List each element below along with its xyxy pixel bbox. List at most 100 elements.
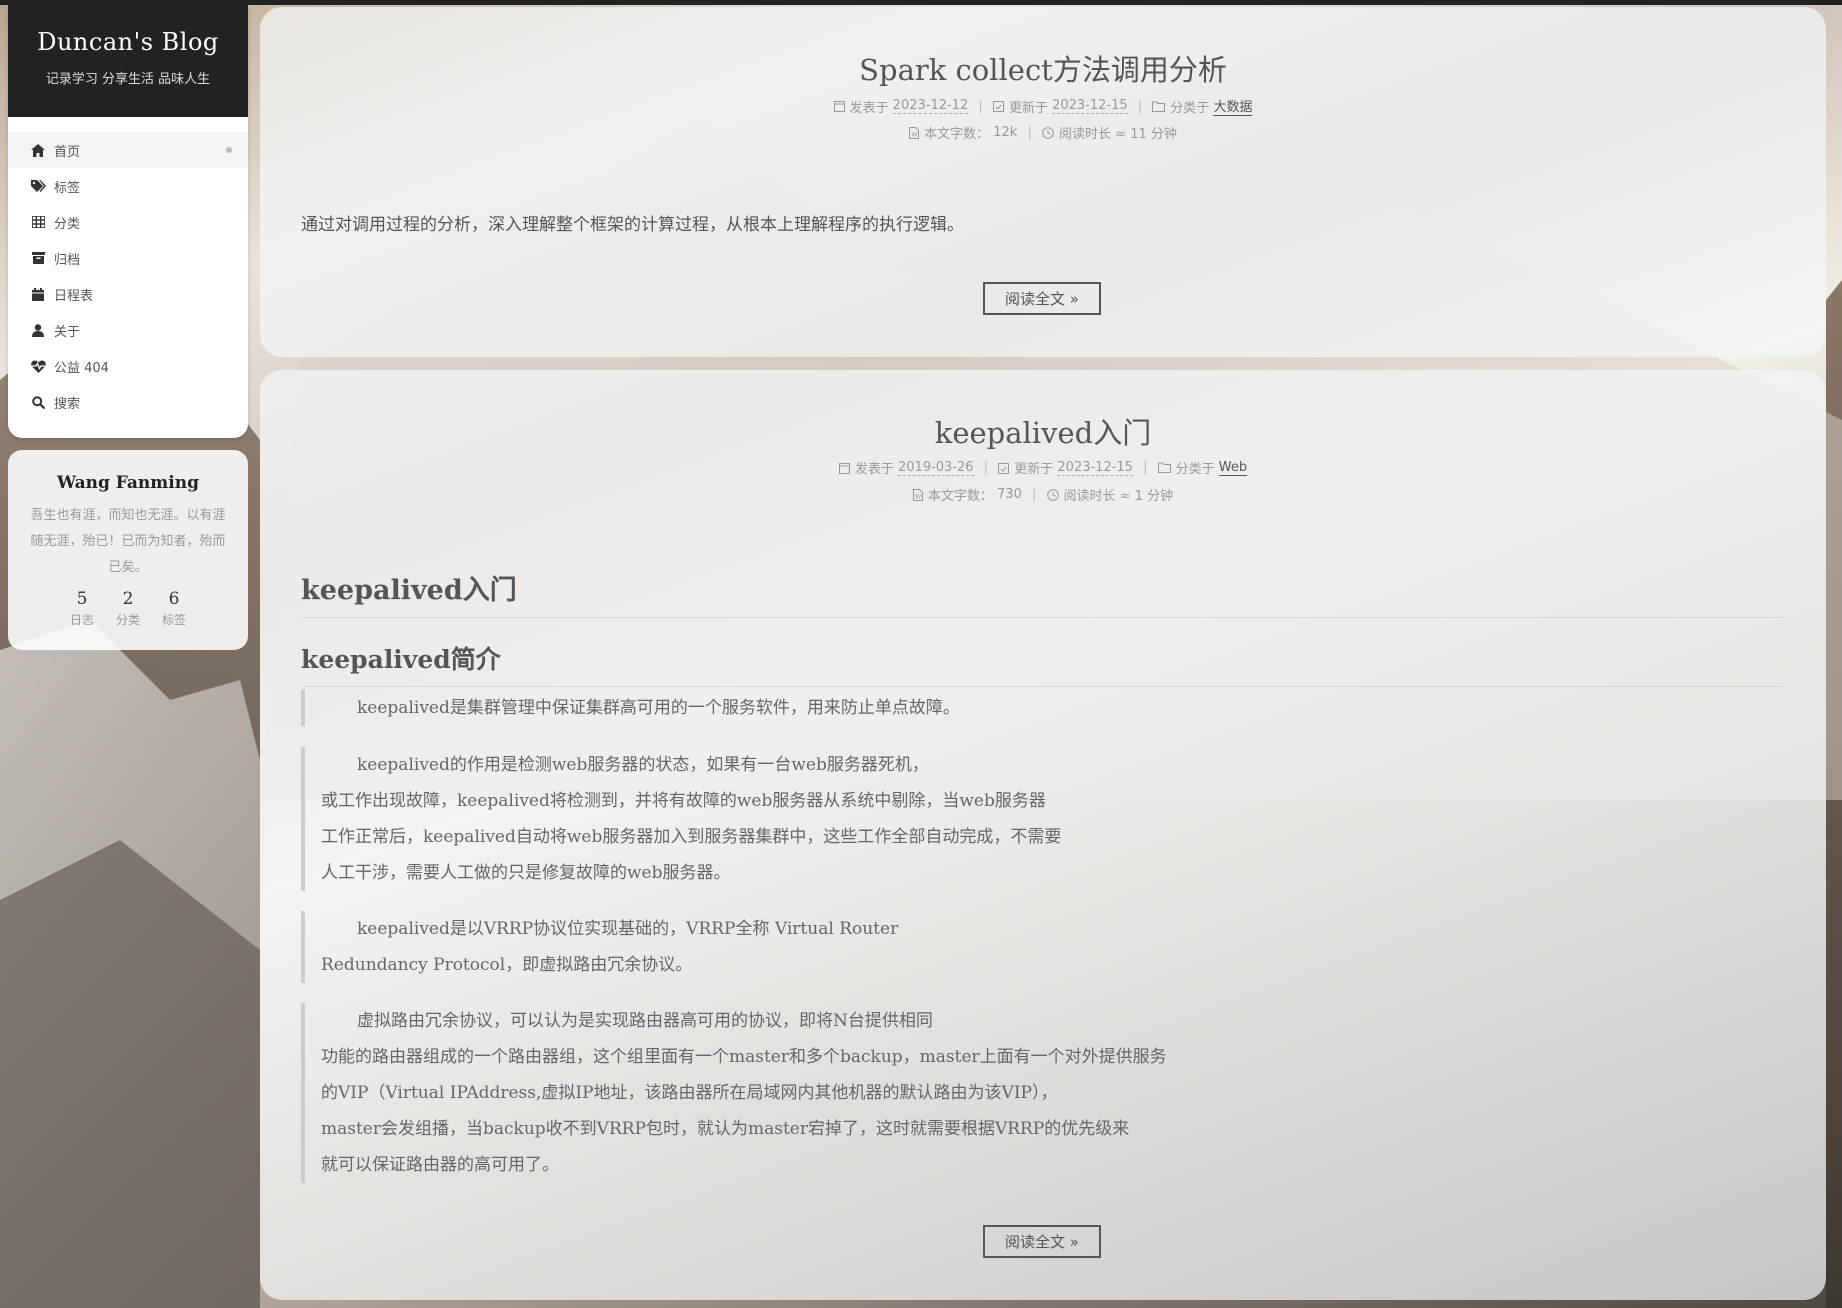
- reading-label: 阅读时长 ≈: [1059, 127, 1127, 142]
- author-description: 吾生也有涯，而知也无涯。以有涯随无涯，殆已！已而为知者，殆而已矣。: [30, 508, 226, 575]
- words-label: 本文字数：: [927, 489, 993, 504]
- th-icon: [30, 214, 46, 230]
- posted-label: 发表于: [854, 462, 894, 477]
- menu-item-archives[interactable]: 归档: [8, 240, 248, 276]
- category-link[interactable]: Web: [1218, 460, 1248, 476]
- site-subtitle: 记录学习 分享生活 品味人生: [45, 72, 211, 87]
- menu-item-label: 归档: [54, 252, 81, 268]
- updated-date: 2023-12-15: [1052, 98, 1128, 114]
- stat-tags[interactable]: 6 标签: [151, 589, 197, 628]
- stat-count: 2: [122, 589, 134, 609]
- post-meta: 发表于 2023-12-12 | 更新于 2023-12-15 | 分类于 大数…: [260, 96, 1826, 116]
- menu-item-label: 搜索: [54, 396, 81, 412]
- site-title[interactable]: Duncan's Blog: [8, 5, 248, 56]
- reading-time: 11 分钟: [1130, 127, 1177, 142]
- heartbeat-icon: [30, 358, 46, 374]
- stat-count: 6: [168, 589, 180, 609]
- read-more-button[interactable]: 阅读全文 »: [983, 1225, 1101, 1258]
- word-count: 12k: [993, 125, 1018, 140]
- clock-icon: [1046, 488, 1059, 501]
- main-menu: 首页 标签 分类 归档 日程表 关于 公益 404 搜索: [8, 132, 248, 420]
- menu-item-label: 分类: [54, 216, 81, 232]
- category-link[interactable]: 大数据: [1213, 96, 1253, 116]
- sidebar-brand-card: Duncan's Blog 记录学习 分享生活 品味人生 首页 标签 分类 归档…: [8, 5, 248, 438]
- blockquote: keepalived的作用是检测web服务器的状态，如果有一台web服务器死机，…: [301, 747, 1061, 891]
- stat-count: 5: [76, 589, 88, 609]
- updated-date: 2023-12-15: [1057, 459, 1133, 476]
- stat-categories[interactable]: 2 分类: [105, 589, 151, 628]
- home-icon: [30, 142, 46, 158]
- calendar-check-icon: [998, 462, 1010, 474]
- menu-item-label: 标签: [54, 180, 81, 196]
- site-brand: Duncan's Blog 记录学习 分享生活 品味人生: [8, 5, 248, 117]
- folder-icon: [1157, 462, 1171, 473]
- posted-label: 发表于: [849, 100, 889, 116]
- user-icon: [30, 322, 46, 338]
- post-card: Spark collect方法调用分析 发表于 2023-12-12 | 更新于…: [260, 7, 1826, 357]
- calendar-check-icon: [992, 101, 1004, 112]
- menu-item-search[interactable]: 搜索: [8, 384, 248, 420]
- site-stats: 5 日志 2 分类 6 标签: [8, 589, 248, 628]
- read-more-button[interactable]: 阅读全文 »: [983, 282, 1101, 315]
- folder-icon: [1152, 101, 1166, 112]
- clock-icon: [1042, 126, 1054, 139]
- blockquote: keepalived是以VRRP协议位实现基础的，VRRP全称 Virtual …: [301, 911, 898, 983]
- quote-line: 虚拟路由冗余协议，可以认为是实现路由器高可用的协议，即将N台提供相同: [357, 1011, 933, 1031]
- quote-line: keepalived是以VRRP协议位实现基础的，VRRP全称 Virtual …: [357, 919, 899, 939]
- stat-label: 标签: [161, 613, 186, 627]
- calendar-icon: [838, 462, 850, 474]
- blockquote: 虚拟路由冗余协议，可以认为是实现路由器高可用的协议，即将N台提供相同 功能的路由…: [301, 1003, 1167, 1183]
- quote-line: keepalived的作用是检测web服务器的状态，如果有一台web服务器死机，: [357, 755, 929, 775]
- menu-item-404[interactable]: 公益 404: [8, 348, 248, 384]
- blockquote: keepalived是集群管理中保证集群高可用的一个服务软件，用来防止单点故障。: [301, 690, 960, 726]
- menu-item-categories[interactable]: 分类: [8, 204, 248, 240]
- updated-label: 更新于: [1008, 100, 1048, 116]
- file-word-icon: W: [909, 126, 920, 139]
- post-title[interactable]: Spark collect方法调用分析: [260, 47, 1826, 89]
- stat-label: 分类: [115, 613, 140, 627]
- category-label: 分类于: [1175, 462, 1215, 477]
- menu-item-label: 日程表: [54, 288, 94, 304]
- word-count: 730: [997, 487, 1022, 502]
- category-label: 分类于: [1170, 100, 1210, 116]
- author-card: Wang Fanming 吾生也有涯，而知也无涯。以有涯随无涯，殆已！已而为知者…: [8, 450, 248, 650]
- post-excerpt: 通过对调用过程的分析，深入理解整个框架的计算过程，从根本上理解程序的执行逻辑。: [301, 215, 964, 235]
- post-card: keepalived入门 发表于 2019-03-26 | 更新于 2023-1…: [260, 370, 1826, 1300]
- post-meta-stats: W 本文字数： 730 | 阅读时长 ≈ 1 分钟: [260, 485, 1826, 504]
- quote-line: 人工干涉，需要人工做的只是修复故障的web服务器。: [321, 863, 731, 883]
- top-bar: [0, 0, 1842, 5]
- menu-item-label: 公益 404: [54, 360, 109, 376]
- stat-posts[interactable]: 5 日志: [59, 589, 105, 628]
- menu-item-tags[interactable]: 标签: [8, 168, 248, 204]
- menu-item-home[interactable]: 首页: [8, 132, 248, 168]
- reading-label: 阅读时长 ≈: [1063, 489, 1131, 504]
- quote-line: 或工作出现故障，keepalived将检测到，并将有故障的web服务器从系统中剔…: [321, 791, 1046, 811]
- menu-item-schedule[interactable]: 日程表: [8, 276, 248, 312]
- menu-item-label: 关于: [54, 324, 81, 340]
- updated-label: 更新于: [1014, 462, 1054, 477]
- tags-icon: [30, 178, 46, 194]
- search-icon: [30, 394, 46, 410]
- menu-item-about[interactable]: 关于: [8, 312, 248, 348]
- svg-text:W: W: [915, 493, 921, 500]
- svg-text:W: W: [911, 131, 917, 138]
- quote-line: keepalived是集群管理中保证集群高可用的一个服务软件，用来防止单点故障。: [357, 698, 960, 718]
- content-heading-2: keepalived简介: [301, 640, 1783, 687]
- words-label: 本文字数：: [924, 127, 990, 142]
- quote-line: 的VIP（Virtual IPAddress,虚拟IP地址，该路由器所在局域网内…: [321, 1083, 1058, 1103]
- quote-line: 就可以保证路由器的高可用了。: [321, 1155, 559, 1175]
- post-meta: 发表于 2019-03-26 | 更新于 2023-12-15 | 分类于 We…: [260, 458, 1826, 477]
- quote-line: 功能的路由器组成的一个路由器组，这个组里面有一个master和多个backup，…: [321, 1047, 1167, 1067]
- content-heading-1: keepalived入门: [301, 568, 1783, 618]
- file-word-icon: W: [912, 488, 923, 501]
- quote-line: Redundancy Protocol，即虚拟路由冗余协议。: [321, 955, 693, 975]
- posted-date: 2023-12-12: [892, 98, 969, 114]
- author-name: Wang Fanming: [56, 473, 199, 493]
- quote-line: master会发组播，当backup收不到VRRP包时，就认为master宕掉了…: [321, 1119, 1130, 1139]
- post-title[interactable]: keepalived入门: [260, 410, 1826, 452]
- active-indicator: [226, 147, 232, 153]
- reading-time: 1 分钟: [1134, 489, 1174, 504]
- posted-date: 2019-03-26: [898, 459, 974, 476]
- archive-icon: [30, 250, 46, 266]
- post-meta-stats: W 本文字数： 12k | 阅读时长 ≈ 11 分钟: [260, 123, 1826, 142]
